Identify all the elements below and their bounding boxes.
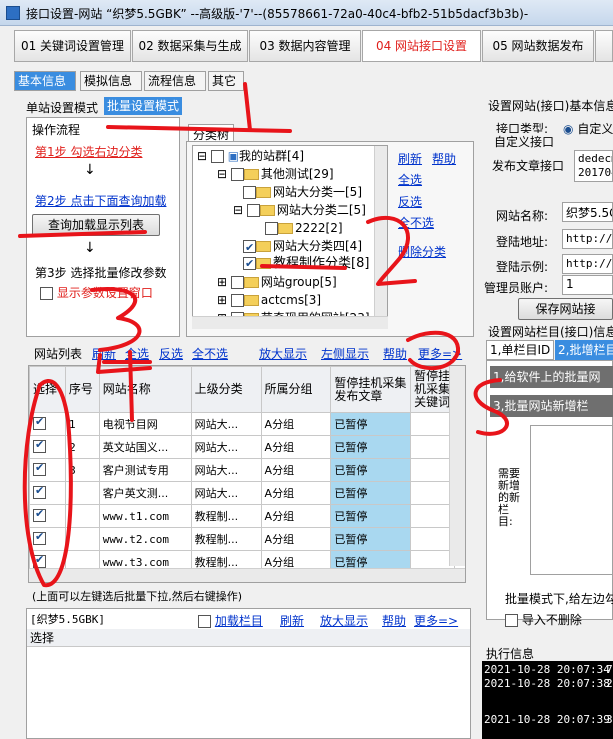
- annotation-mark: [260, 264, 347, 270]
- red-annotation-overlay: [18, 82, 509, 588]
- annotation-mark: [243, 82, 252, 132]
- annotation-mark: [90, 287, 142, 352]
- annotation-mark: [406, 330, 461, 371]
- annotation-mark: [366, 215, 417, 286]
- annotation-mark: [473, 378, 509, 436]
- annotation-mark: [22, 379, 73, 588]
- annotation-mark: [106, 125, 292, 133]
- annotation-mark: [18, 230, 147, 238]
